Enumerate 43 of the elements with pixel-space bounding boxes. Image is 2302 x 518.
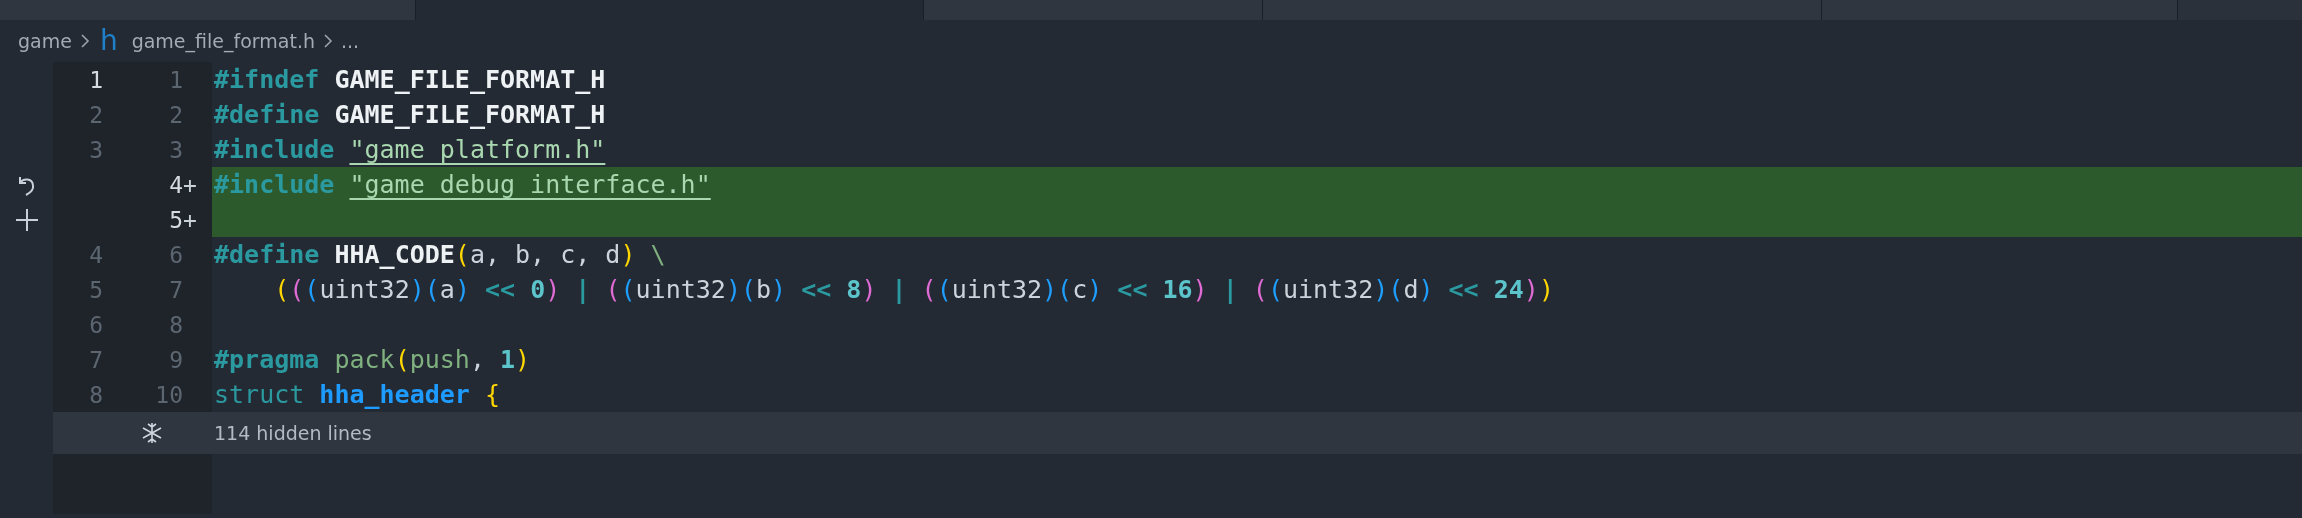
editor-tab[interactable]	[0, 0, 416, 20]
code-line: #define HHA_CODE(a, b, c, d) \	[214, 240, 666, 269]
breadcrumb-item[interactable]: game_file_format.h	[131, 30, 315, 52]
line-number: 2	[168, 101, 183, 128]
line-number: 1	[168, 66, 183, 93]
line-number: 6	[88, 311, 103, 338]
diff-mark: +	[183, 171, 198, 198]
line-number: 10	[154, 381, 183, 408]
plus-icon[interactable]	[13, 206, 40, 233]
code-line: #include "game_platform.h"	[214, 135, 606, 164]
code-line: #pragma pack(push, 1)	[214, 345, 531, 374]
editor-tab[interactable]	[1263, 0, 1822, 20]
line-number: 7	[88, 346, 103, 373]
code-line: (((uint32)(a) << 0) | ((uint32)(b) << 8) | ((uint32)(c) << 16) | ((uint32)(d) << 24))	[273, 275, 1554, 304]
line-number: 5	[168, 206, 183, 233]
folded-region[interactable]: 114 hidden lines	[53, 412, 2302, 454]
breadcrumb-item[interactable]: game	[18, 30, 72, 52]
line-number: 4	[168, 171, 183, 198]
code-line: #include "game_debug_interface.h"	[214, 170, 711, 199]
line-number: 7	[168, 276, 183, 303]
chevron-right-icon	[322, 33, 333, 49]
editor-tab[interactable]	[416, 0, 924, 20]
line-number: 3	[168, 136, 183, 163]
unfold-icon[interactable]	[140, 421, 164, 445]
code-line: #ifndef GAME_FILE_FORMAT_H	[214, 65, 606, 94]
breadcrumb-item[interactable]: ...	[340, 30, 360, 52]
line-number: 5	[88, 276, 103, 303]
line-number: 1	[88, 66, 103, 93]
line-number: 6	[168, 241, 183, 268]
hidden-lines-label: 114 hidden lines	[213, 422, 372, 444]
code-line: struct hha_header {	[214, 380, 500, 409]
editor-tab[interactable]	[1822, 0, 2178, 20]
editor-tab[interactable]	[924, 0, 1263, 20]
line-number: 3	[88, 136, 103, 163]
header-file-icon: h	[99, 27, 118, 55]
line-number: 2	[88, 101, 103, 128]
chevron-right-icon	[79, 33, 90, 49]
line-number: 4	[88, 241, 103, 268]
line-number: 8	[168, 311, 183, 338]
diff-mark: +	[183, 206, 198, 233]
code-line: #define GAME_FILE_FORMAT_H	[214, 100, 606, 129]
line-number: 9	[168, 346, 183, 373]
line-number: 8	[88, 381, 103, 408]
